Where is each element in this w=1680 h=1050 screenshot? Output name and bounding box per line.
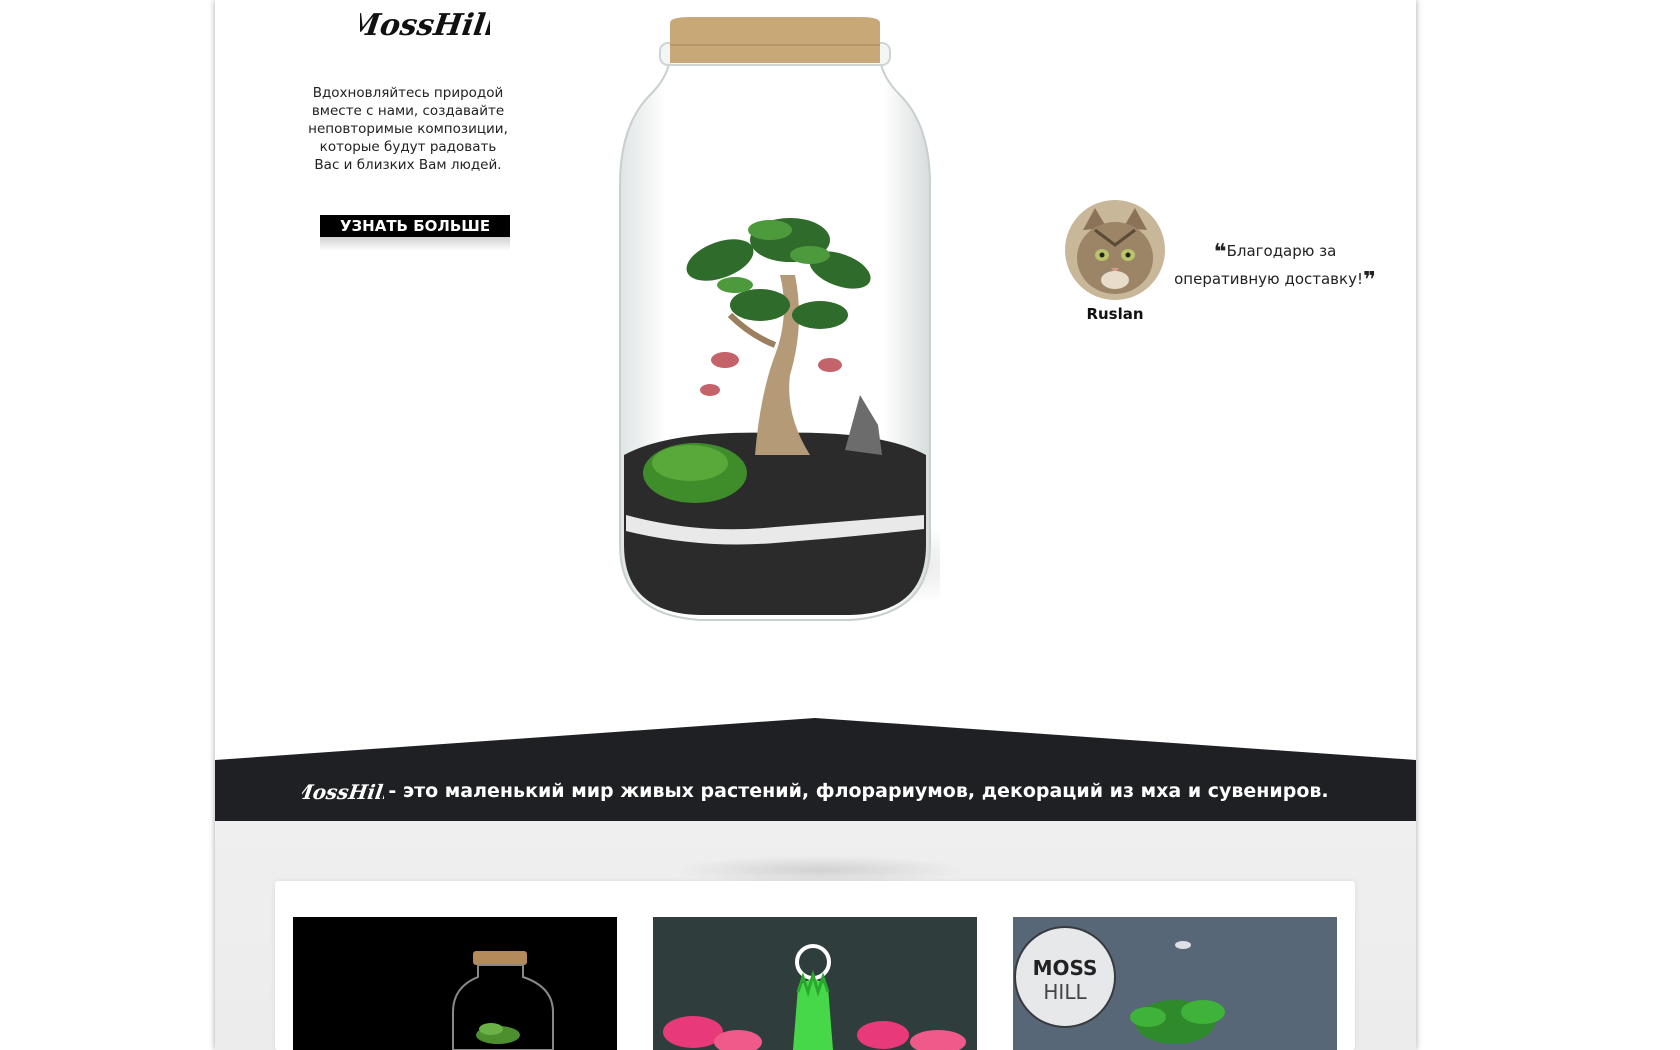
terrarium-jar-icon [619,17,1040,621]
svg-text:MossHill: MossHill [360,8,490,43]
gallery-item-2[interactable] [653,917,977,1050]
terrarium-dark-photo-icon [293,917,617,1050]
gallery-item-3[interactable]: MOSS HILL [1013,917,1337,1050]
logo-icon: MossHill [288,780,392,804]
band-statement: MossHill - это маленький мир живых расте… [215,775,1416,807]
terrarium-mosshill-photo-icon: MOSS HILL [1013,917,1337,1050]
learn-more-button[interactable]: УЗНАТЬ БОЛЬШЕ [320,215,510,237]
testimonial-quote: ❝Благодарю за оперативную доставку!❞ [1170,238,1380,294]
gallery-item-1[interactable] [293,917,617,1050]
svg-text:HILL: HILL [1043,980,1087,1004]
page: MossHill Вдохновляйтесь природой вместе … [215,0,1416,1050]
button-reflection [320,237,510,251]
close-quote-icon: ❞ [1362,268,1376,293]
svg-text:MossHill: MossHill [302,780,384,804]
hero-tagline: Вдохновляйтесь природой вместе с нами, с… [308,85,508,173]
cat-avatar-icon [1065,200,1165,300]
terrarium-neon-photo-icon [653,917,977,1050]
logo-icon: MossHill [344,8,499,43]
terrarium-jar-image [610,15,1040,640]
open-quote-icon: ❝ [1213,240,1227,265]
testimonial-quote-text: Благодарю за оперативную доставку! [1174,242,1363,288]
avatar [1065,200,1165,300]
testimonial-author: Ruslan [1086,305,1144,323]
band-text: - это маленький мир живых растений, флор… [388,780,1329,802]
band-logo: MossHill [288,775,392,807]
svg-text:MOSS: MOSS [1033,956,1098,980]
logo[interactable]: MossHill [344,2,499,46]
